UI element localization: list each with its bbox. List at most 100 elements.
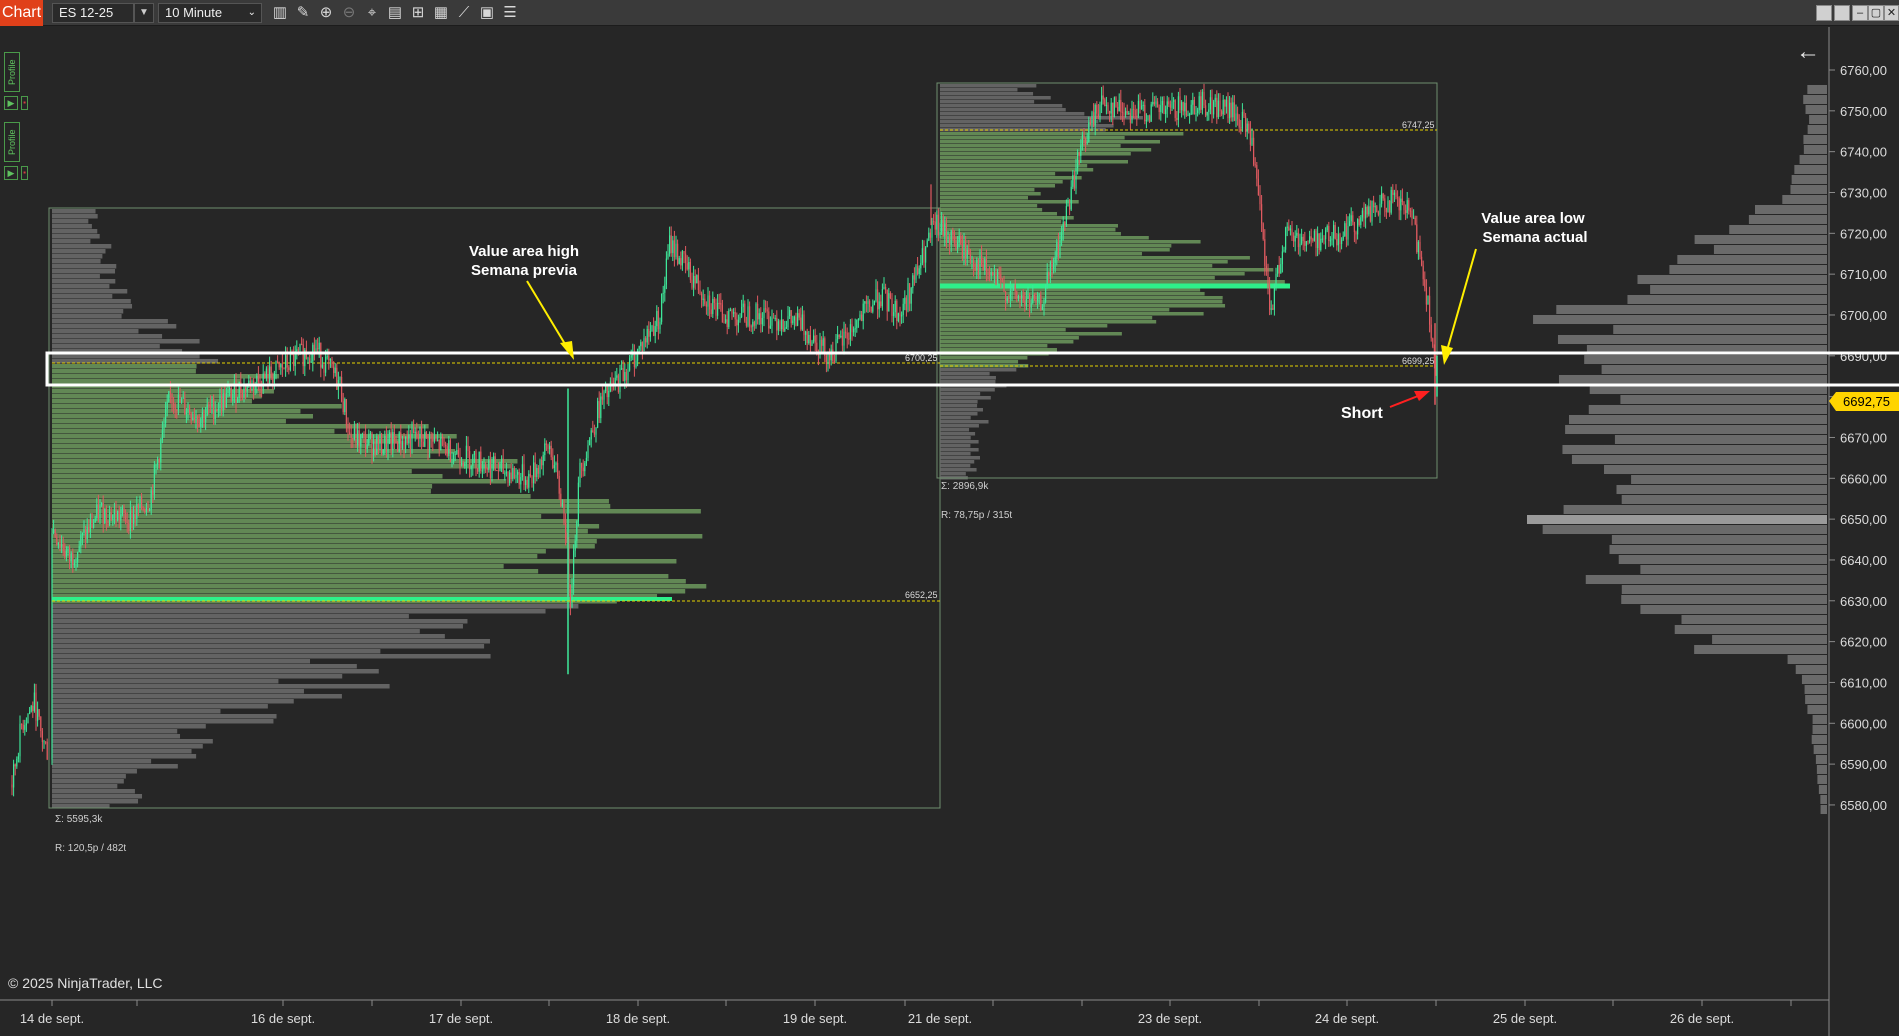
candle-body	[1013, 284, 1015, 290]
profile-row	[940, 392, 981, 396]
candle-body	[1203, 91, 1205, 106]
bar-type-icon[interactable]: ▥	[270, 4, 290, 22]
candle-body	[1256, 165, 1258, 179]
candle-body	[181, 398, 183, 403]
candle-body	[531, 476, 533, 484]
candle-body	[670, 235, 672, 254]
properties-icon[interactable]: ⊞	[408, 4, 428, 22]
candle-body	[1053, 262, 1055, 270]
candle-body	[1243, 111, 1245, 117]
interval-selector[interactable]: 10 Minute ⌄	[158, 3, 262, 23]
zoom-out-icon[interactable]: ⊖	[339, 4, 359, 22]
profile-row	[1754, 205, 1827, 214]
candle-body	[1211, 97, 1213, 115]
candle-body	[165, 409, 167, 424]
candle-body	[37, 709, 39, 721]
profile-row	[52, 409, 301, 414]
candle-body	[59, 543, 61, 547]
profile-row	[1618, 555, 1827, 564]
profile-row	[52, 284, 110, 289]
price-axis[interactable]: 6760,00 6750,00 6740,00 6730,00 6720,00 6710,…	[1829, 63, 1887, 813]
zoom-in-icon[interactable]: ⊕	[316, 4, 336, 22]
profile-row	[1790, 185, 1827, 194]
tile-icon[interactable]	[1834, 5, 1850, 21]
profile-row	[940, 456, 981, 460]
profile-row	[1813, 745, 1827, 754]
data-box-icon[interactable]: ▤	[385, 4, 405, 22]
candle-body	[630, 355, 632, 358]
candle-body	[200, 418, 202, 427]
candle-body	[257, 376, 259, 382]
profile-row	[940, 332, 1122, 336]
candle-body	[30, 705, 32, 712]
candle-body	[1093, 112, 1095, 126]
candle-body	[137, 503, 139, 509]
profile-row	[940, 200, 1079, 204]
profile-row	[1681, 615, 1827, 624]
candle-body	[408, 434, 410, 444]
profile-row	[52, 379, 241, 384]
volume-profile-previous-week[interactable]	[52, 209, 707, 809]
candle-body	[867, 300, 869, 304]
candle-body	[94, 518, 96, 523]
profile-row	[940, 328, 1066, 332]
candle-body	[1315, 230, 1317, 249]
crosshair-icon[interactable]: ⌖	[362, 4, 382, 22]
candle-body	[1288, 226, 1290, 231]
candle-body	[483, 464, 485, 471]
chart-tab[interactable]: Chart	[0, 0, 43, 26]
candle-body	[121, 507, 123, 515]
tile-icon[interactable]	[1816, 5, 1832, 21]
candle-body	[1235, 113, 1237, 121]
candle-body	[233, 381, 235, 394]
maximize-icon[interactable]: ▢	[1868, 5, 1884, 21]
time-axis[interactable]: 14 de sept. 16 de sept. 17 de sept. 18 de s…	[20, 1000, 1792, 1026]
volume-profile-composite[interactable]	[1527, 85, 1827, 814]
close-icon[interactable]: ✕	[1884, 5, 1899, 21]
candle-body	[216, 410, 218, 412]
volume-profile-current-week[interactable]	[940, 84, 1285, 480]
candle-body	[605, 385, 607, 392]
profile-row	[940, 452, 971, 456]
candle-body	[430, 437, 432, 439]
candle-body	[25, 723, 27, 726]
price-chart[interactable]: 6760,00 6750,00 6740,00 6730,00 6720,00 6710,…	[0, 27, 1899, 1036]
candle-body	[142, 508, 144, 510]
strategies-icon[interactable]: ⟋	[454, 4, 474, 22]
profile-row	[940, 132, 1184, 136]
candle-body	[1200, 96, 1202, 110]
candle-body	[1241, 111, 1243, 129]
candle-body	[635, 360, 637, 368]
candle-body	[854, 328, 856, 330]
profile-row	[1621, 595, 1827, 604]
indicators-icon[interactable]: ▦	[431, 4, 451, 22]
profile-row	[1713, 245, 1827, 254]
candle-body	[1219, 100, 1221, 112]
candle-body	[46, 741, 48, 760]
instrument-dropdown-icon[interactable]: ▼	[134, 3, 154, 23]
candle-body	[366, 444, 368, 450]
candle-body	[1091, 112, 1093, 125]
price-tick-label: 6730,00	[1840, 185, 1887, 200]
profile-row	[940, 288, 1201, 292]
candle-body	[1253, 137, 1255, 165]
candle-body	[1182, 102, 1184, 112]
draw-pencil-icon[interactable]: ✎	[293, 4, 313, 22]
current-price-label: 6692,75	[1843, 394, 1890, 409]
candle-body	[99, 505, 101, 520]
templates-icon[interactable]: ▣	[477, 4, 497, 22]
annotation-arrow-vah-previous	[526, 280, 569, 350]
instrument-selector[interactable]: ES 12-25	[52, 3, 134, 23]
profile-row	[940, 404, 978, 408]
profile-row	[1820, 805, 1827, 814]
price-tick-label: 6650,00	[1840, 512, 1887, 527]
minimize-icon[interactable]: –	[1852, 5, 1868, 21]
candle-body	[110, 511, 112, 521]
candle-body	[1019, 295, 1021, 299]
candle-body	[889, 293, 891, 299]
candle-body	[169, 391, 171, 394]
candle-body	[1376, 206, 1378, 213]
list-icon[interactable]: ☰	[500, 4, 520, 22]
candle-body	[219, 396, 221, 409]
profile-row	[1601, 365, 1827, 374]
